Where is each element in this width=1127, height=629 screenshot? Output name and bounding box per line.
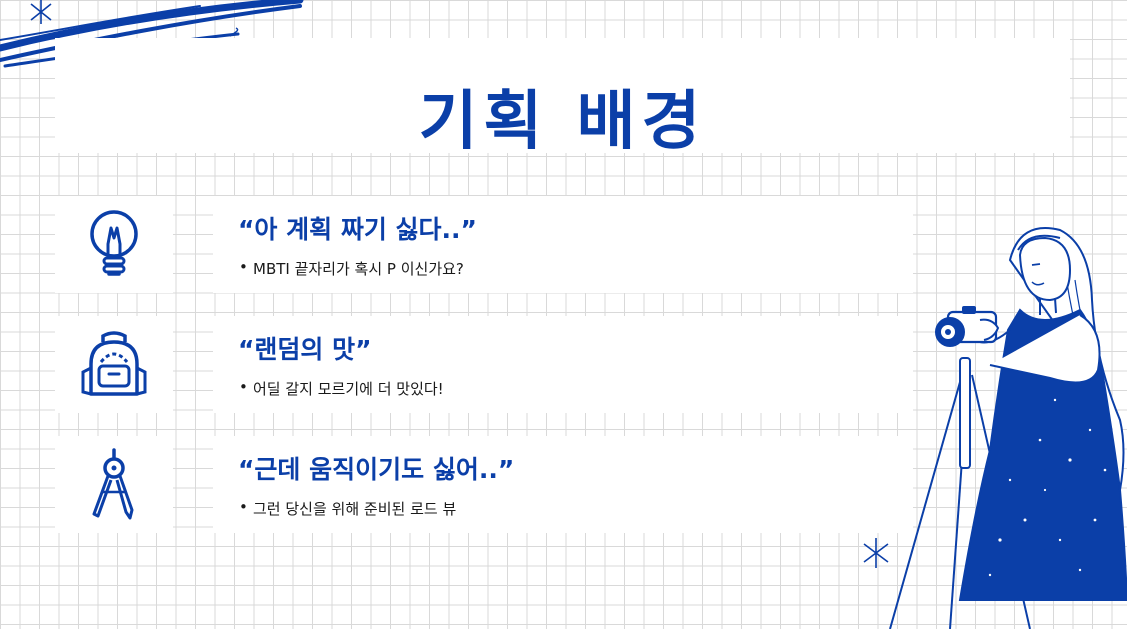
item-heading: “랜덤의 맛” — [238, 335, 372, 364]
icon-panel-2 — [55, 316, 173, 413]
item-bullet: 어딜 갈지 모르기에 더 맛있다! — [239, 378, 444, 399]
sparkle-icon — [30, 0, 52, 24]
photographer-illustration — [889, 227, 1127, 629]
item-heading: “아 계획 짜기 싫다..” — [238, 215, 477, 244]
icon-panel-3 — [55, 436, 173, 533]
page-title: 기획 배경 — [418, 85, 707, 159]
item-bullet: MBTI 끝자리가 혹시 P 이신가요? — [239, 258, 464, 279]
compass-icon — [92, 447, 134, 519]
lightbulb-icon — [90, 209, 138, 276]
item-bullet: 그런 당신을 위해 준비된 로드 뷰 — [239, 498, 456, 519]
title-panel: 기획 배경 — [55, 38, 1070, 159]
item-panel-3: “근데 움직이기도 싫어..” 그런 당신을 위해 준비된 로드 뷰 — [213, 436, 913, 533]
backpack-icon — [81, 330, 147, 396]
item-heading: “근데 움직이기도 싫어..” — [238, 455, 515, 484]
item-panel-2: “랜덤의 맛” 어딜 갈지 모르기에 더 맛있다! — [213, 316, 913, 413]
item-panel-1: “아 계획 짜기 싫다..” MBTI 끝자리가 혹시 P 이신가요? — [213, 196, 913, 293]
icon-panel-1 — [55, 196, 173, 293]
